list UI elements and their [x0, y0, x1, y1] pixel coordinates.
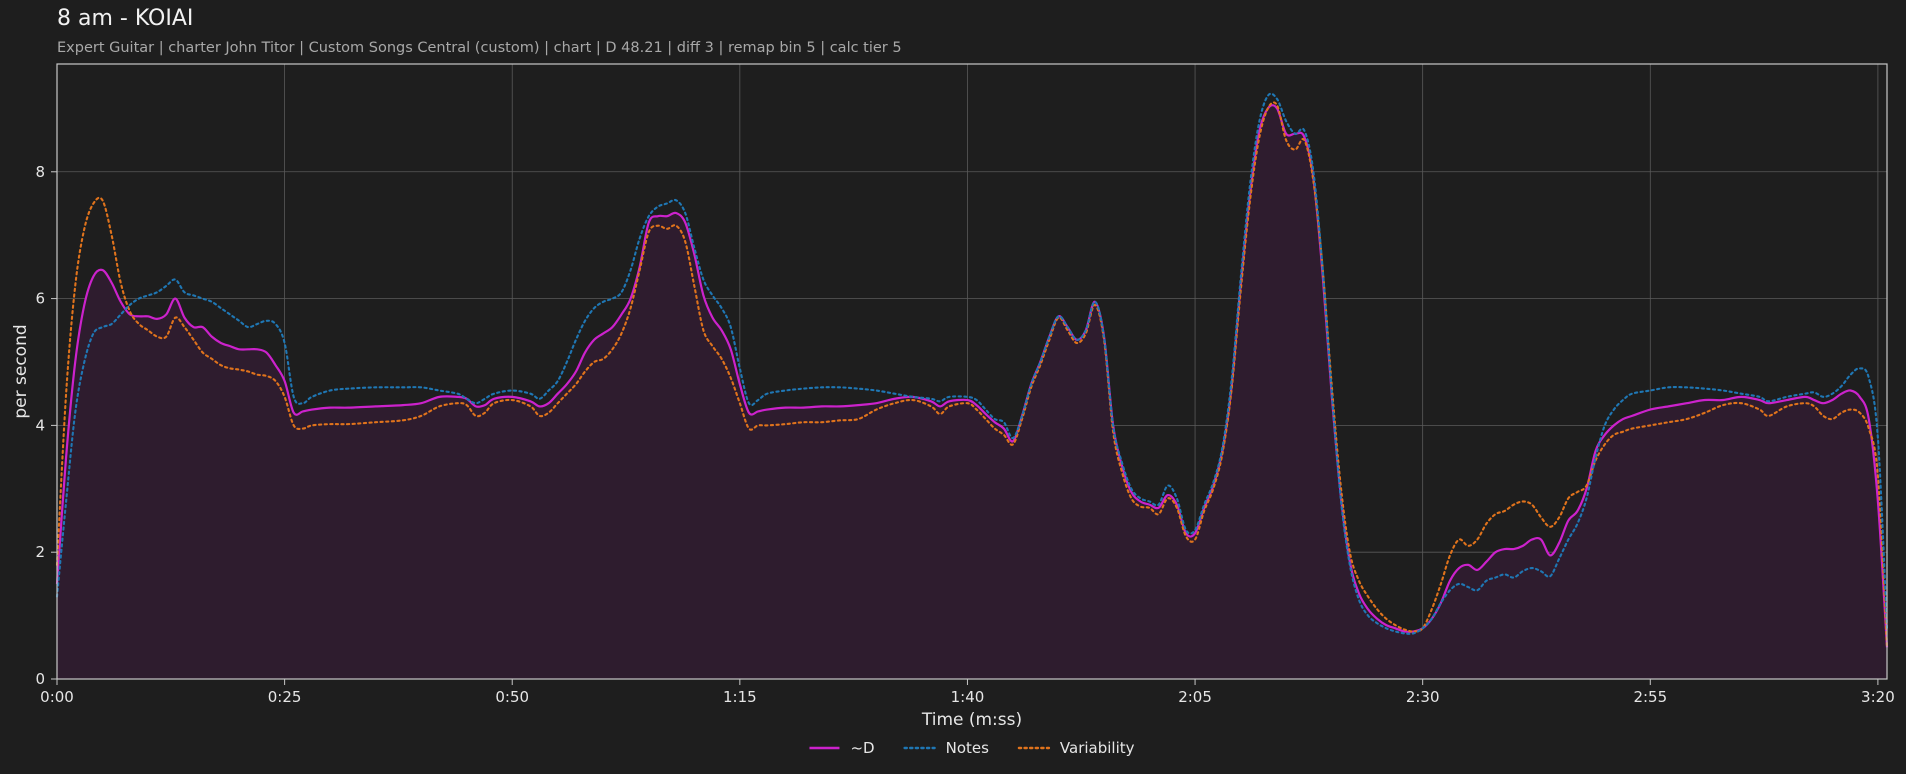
- y-tick-label: 6: [35, 290, 45, 308]
- x-tick-label: 2:30: [1406, 688, 1440, 706]
- x-tick-label: 1:15: [723, 688, 757, 706]
- x-tick-label: 2:05: [1178, 688, 1212, 706]
- x-tick-label: 0:00: [40, 688, 74, 706]
- y-tick-label: 8: [35, 163, 45, 181]
- x-axis-label: Time (m:ss): [921, 710, 1022, 730]
- legend: ~D Notes Variability: [809, 739, 1135, 757]
- y-axis-label: per second: [11, 324, 31, 418]
- y-tick-label: 0: [35, 670, 45, 688]
- y-tick-label: 4: [35, 416, 45, 434]
- legend-label-0: ~D: [850, 739, 874, 757]
- x-tick-label: 0:25: [268, 688, 302, 706]
- x-tick-label: 3:20: [1861, 688, 1895, 706]
- x-tick-label: 2:55: [1633, 688, 1667, 706]
- legend-label-2: Variability: [1060, 739, 1135, 757]
- area-fill: [57, 105, 1887, 679]
- x-tick-label: 1:40: [951, 688, 985, 706]
- series-area-0: [57, 105, 1887, 679]
- legend-label-1: Notes: [946, 739, 990, 757]
- chart-canvas: 0:00 0:25 0:50 1:15 1:40 2:05 2:30 2:55 3:20 0 2 4 6…: [11, 63, 1895, 757]
- y-tick-label: 2: [35, 543, 45, 561]
- x-tick-label: 0:50: [495, 688, 529, 706]
